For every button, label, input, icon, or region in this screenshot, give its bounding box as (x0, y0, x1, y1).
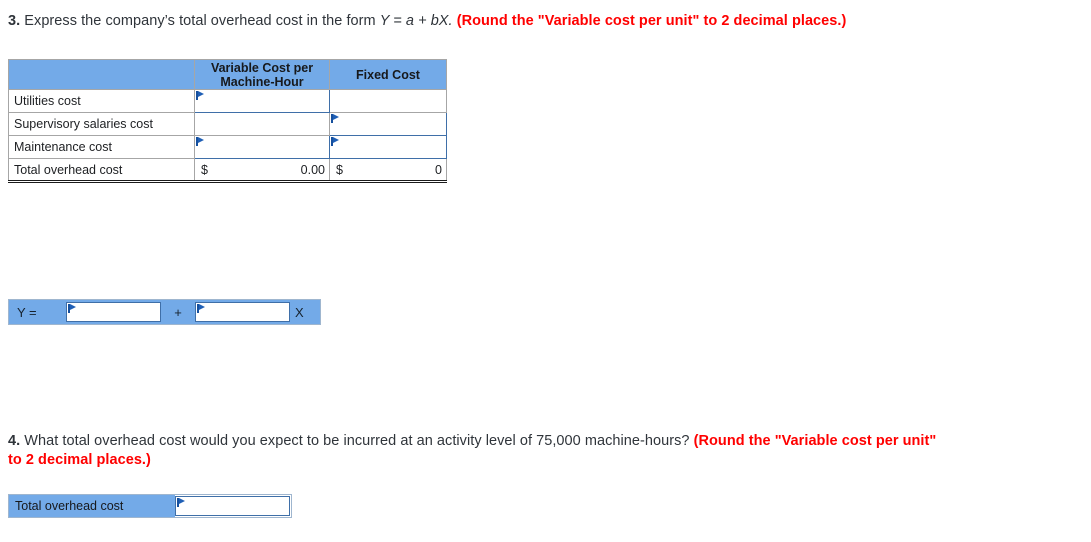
total-variable-cost-value: 0.00 (300, 162, 325, 177)
equation-plus-label: + (161, 300, 195, 324)
input-total-overhead-cost[interactable] (175, 496, 290, 516)
row-label-utilities-cost: Utilities cost (8, 89, 195, 113)
entry-flag-icon (196, 91, 204, 100)
row-label-total-overhead-cost: Total overhead cost (8, 158, 195, 183)
table-header-row: Variable Cost per Machine-Hour Fixed Cos… (8, 59, 447, 90)
equation-y-label: Y = (9, 300, 66, 324)
table-total-row: Total overhead cost $ 0.00 $ 0 (8, 158, 447, 183)
question-4-body: What total overhead cost would you expec… (24, 433, 690, 449)
header-variable-cost-line2: Machine-Hour (220, 74, 304, 89)
total-fixed-cost-cell: $ 0 (329, 158, 447, 183)
input-utilities-variable-cost[interactable] (194, 89, 330, 113)
entry-flag-icon (196, 137, 204, 146)
entry-flag-icon (177, 498, 185, 507)
header-row-label (8, 59, 195, 90)
cell-supervisory-variable-cost (194, 112, 330, 136)
cell-utilities-fixed-cost (329, 89, 447, 113)
input-supervisory-fixed-cost[interactable] (329, 112, 447, 136)
question-3-body: Express the company’s total overhead cos… (24, 13, 376, 29)
input-equation-intercept[interactable] (66, 302, 161, 322)
question-4-text: 4. What total overhead cost would you ex… (8, 432, 953, 470)
table-row: Supervisory salaries cost (8, 112, 447, 136)
cost-breakdown-table: Variable Cost per Machine-Hour Fixed Cos… (8, 59, 447, 183)
entry-flag-icon (331, 114, 339, 123)
input-equation-slope[interactable] (195, 302, 290, 322)
total-fixed-cost-value: 0 (435, 162, 442, 177)
header-fixed-cost: Fixed Cost (329, 59, 447, 90)
table-row: Utilities cost (8, 89, 447, 113)
currency-symbol: $ (336, 162, 343, 177)
total-variable-cost-cell: $ 0.00 (194, 158, 330, 183)
table-row: Maintenance cost (8, 135, 447, 159)
entry-flag-icon (331, 137, 339, 146)
row-label-maintenance-cost: Maintenance cost (8, 135, 195, 159)
header-variable-cost-line1: Variable Cost per (210, 60, 314, 75)
row-label-supervisory-salaries-cost: Supervisory salaries cost (8, 112, 195, 136)
input-maintenance-variable-cost[interactable] (194, 135, 330, 159)
question-3-instruction: (Round the "Variable cost per unit" to 2… (456, 13, 847, 29)
answer-label-total-overhead-cost: Total overhead cost (9, 495, 175, 517)
entry-flag-icon (68, 304, 76, 313)
input-maintenance-fixed-cost[interactable] (329, 135, 447, 159)
question-4-number: 4. (8, 433, 21, 449)
equation-x-label: X (290, 300, 320, 324)
total-overhead-answer-table: Total overhead cost (8, 494, 292, 518)
question-3-number: 3. (8, 13, 21, 29)
header-variable-cost: Variable Cost per Machine-Hour (194, 59, 330, 90)
currency-symbol: $ (201, 162, 208, 177)
question-3-text: 3. Express the company’s total overhead … (8, 12, 1068, 31)
entry-flag-icon (197, 304, 205, 313)
equation-answer-row: Y = + X (8, 299, 321, 325)
question-3-formula: Y = a + bX. (379, 13, 453, 29)
